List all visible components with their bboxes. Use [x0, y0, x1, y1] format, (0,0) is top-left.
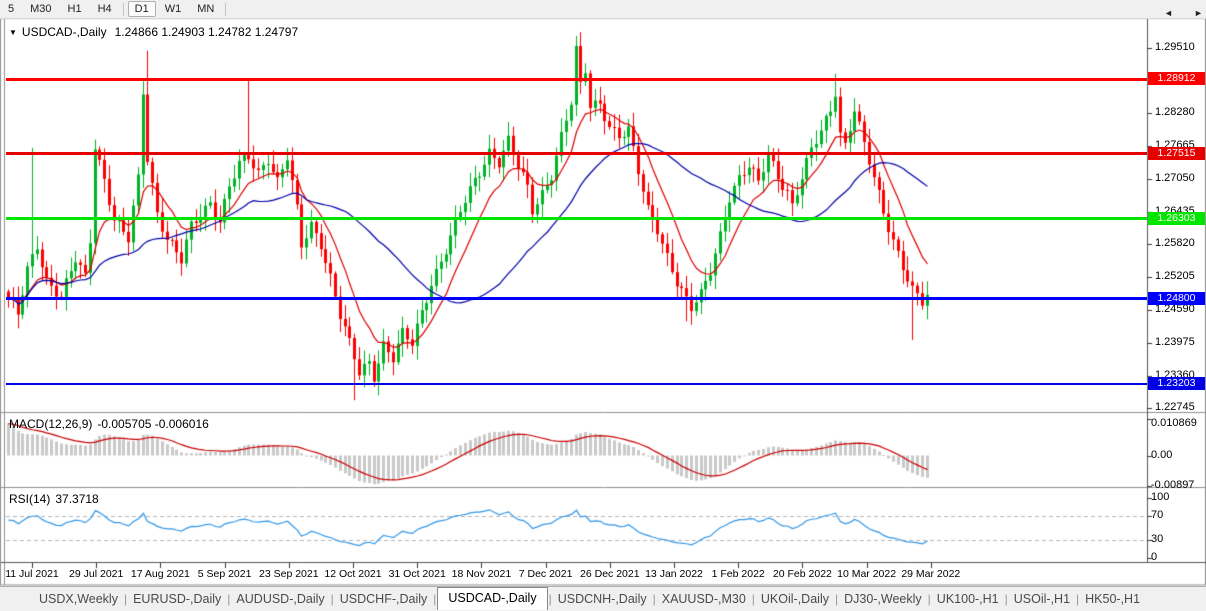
price-axis-tick: 1.22745	[1155, 401, 1195, 414]
date-axis-label: 1 Feb 2022	[711, 568, 765, 580]
chart-symbol-period: USDCAD-,Daily	[21, 25, 107, 39]
date-axis-label: 29 Jul 2021	[69, 568, 124, 580]
timeframe-button-h4[interactable]: H4	[91, 1, 119, 17]
tab-separator: |	[834, 592, 839, 606]
rsi-name: RSI(14)	[9, 492, 51, 506]
tab-ukoil-daily[interactable]: UKOil-,Daily	[756, 589, 834, 609]
macd-values: -0.005705 -0.006016	[97, 417, 209, 431]
tab-usdx-weekly[interactable]: USDX,Weekly	[34, 589, 123, 609]
tab-separator: |	[751, 592, 755, 606]
date-axis-label: 5 Sep 2021	[197, 568, 252, 580]
rsi-axis-tick: 100	[1151, 490, 1170, 503]
tab-uk100-h1[interactable]: UK100-,H1	[932, 589, 1004, 609]
price-tag-pivot-green: 1.26303	[1148, 211, 1205, 225]
chart-title: ▼ USDCAD-,Daily 1.24866 1.24903 1.24782 1.…	[9, 25, 298, 39]
tab-dj30-weekly[interactable]: DJ30-,Weekly	[839, 589, 927, 609]
tab-hk50-h1[interactable]: HK50-,H1	[1080, 589, 1145, 609]
date-axis-label: 29 Mar 2022	[901, 568, 961, 580]
tab-usdcad-daily[interactable]: USDCAD-,Daily	[437, 587, 548, 610]
chevron-down-icon: ▼	[9, 28, 17, 37]
price-axis-tick: 1.25820	[1155, 237, 1195, 250]
symbol-tabbar: USDX,Weekly | EURUSD-,Daily | AUDUSD-,Daily |…	[0, 586, 1206, 611]
rsi-indicator-label: RSI(14) 37.3718	[9, 492, 99, 506]
tab-separator: |	[123, 592, 128, 606]
rsi-axis-tick: 0	[1151, 550, 1158, 563]
date-axis-label: 17 Aug 2021	[130, 568, 190, 580]
date-axis-label: 23 Sep 2021	[259, 568, 319, 580]
hline-support-lower[interactable]	[6, 383, 1147, 386]
hline-resistance-upper[interactable]	[6, 77, 1147, 81]
date-axis-label: 10 Mar 2022	[837, 568, 897, 580]
timeframe-button-w1[interactable]: W1	[158, 1, 189, 17]
timeframe-toolbar: 5 M30 H1 H4 D1 W1 MN	[0, 0, 1206, 19]
tab-scroll-right-icon[interactable]: ►	[1194, 8, 1203, 18]
tab-scroll-left-icon[interactable]: ◄	[1164, 8, 1173, 18]
price-axis-tick: 1.23975	[1155, 335, 1195, 348]
timeframe-button-5[interactable]: 5	[1, 1, 21, 17]
tab-usdchf-daily[interactable]: USDCHF-,Daily	[335, 589, 433, 609]
date-axis-label: 26 Dec 2021	[580, 568, 640, 580]
tab-separator: |	[652, 592, 656, 606]
tab-separator: |	[227, 592, 231, 606]
rsi-axis-tick: 70	[1151, 508, 1164, 521]
hline-pivot-green[interactable]	[6, 217, 1147, 221]
tab-separator: |	[548, 592, 552, 606]
price-axis-tick: 1.28280	[1155, 106, 1195, 119]
tab-separator: |	[1076, 592, 1080, 606]
price-axis-tick: 1.27050	[1155, 171, 1195, 184]
date-axis-label: 20 Feb 2022	[772, 568, 832, 580]
timeframe-button-mn[interactable]: MN	[190, 1, 221, 17]
date-axis-label: 11 Jul 2021	[5, 568, 59, 580]
timeframe-button-m30[interactable]: M30	[23, 1, 58, 17]
tab-audusd-daily[interactable]: AUDUSD-,Daily	[231, 589, 329, 609]
date-axis-label: 31 Oct 2021	[388, 568, 446, 580]
date-axis-label: 12 Oct 2021	[324, 568, 382, 580]
price-axis-tick: 1.29510	[1155, 40, 1195, 53]
chart-canvas[interactable]	[0, 0, 1206, 611]
tab-separator: |	[927, 592, 931, 606]
timeframe-button-h1[interactable]: H1	[61, 1, 89, 17]
toolbar-separator	[122, 2, 124, 16]
price-tag-resistance-upper: 1.28912	[1148, 72, 1205, 86]
tab-usdcnh-daily[interactable]: USDCNH-,Daily	[553, 589, 652, 609]
price-tag-support-lower: 1.23203	[1148, 377, 1205, 391]
tab-eurusd-daily[interactable]: EURUSD-,Daily	[128, 589, 226, 609]
timeframe-button-d1[interactable]: D1	[127, 1, 156, 17]
tab-separator: |	[433, 592, 437, 606]
hline-resistance-lower[interactable]	[6, 152, 1147, 156]
price-axis-tick: 1.24590	[1155, 303, 1195, 316]
tab-usoil-h1[interactable]: USOil-,H1	[1009, 589, 1075, 609]
date-axis-label: 18 Nov 2021	[451, 568, 512, 580]
price-tag-support-upper: 1.24800	[1148, 291, 1205, 305]
tab-separator: |	[330, 592, 334, 606]
rsi-axis-tick: 30	[1151, 532, 1164, 545]
toolbar-separator	[225, 2, 227, 16]
macd-name: MACD(12,26,9)	[9, 417, 93, 431]
date-axis-label: 7 Dec 2021	[518, 568, 573, 580]
tab-xauusd-m30[interactable]: XAUUSD-,M30	[657, 589, 751, 609]
date-axis-label: 13 Jan 2022	[645, 568, 703, 580]
macd-indicator-label: MACD(12,26,9) -0.005705 -0.006016	[9, 417, 209, 431]
price-axis-tick: 1.25205	[1155, 270, 1195, 283]
tab-separator: |	[1004, 592, 1008, 606]
macd-axis-tick: 0.00	[1151, 448, 1173, 461]
hline-support-upper[interactable]	[6, 297, 1147, 301]
chart-ohlc-quote: 1.24866 1.24903 1.24782 1.24797	[114, 25, 299, 39]
price-tag-resistance-lower: 1.27515	[1148, 146, 1205, 160]
rsi-value: 37.3718	[55, 492, 99, 506]
macd-axis-tick: 0.010869	[1151, 417, 1197, 429]
